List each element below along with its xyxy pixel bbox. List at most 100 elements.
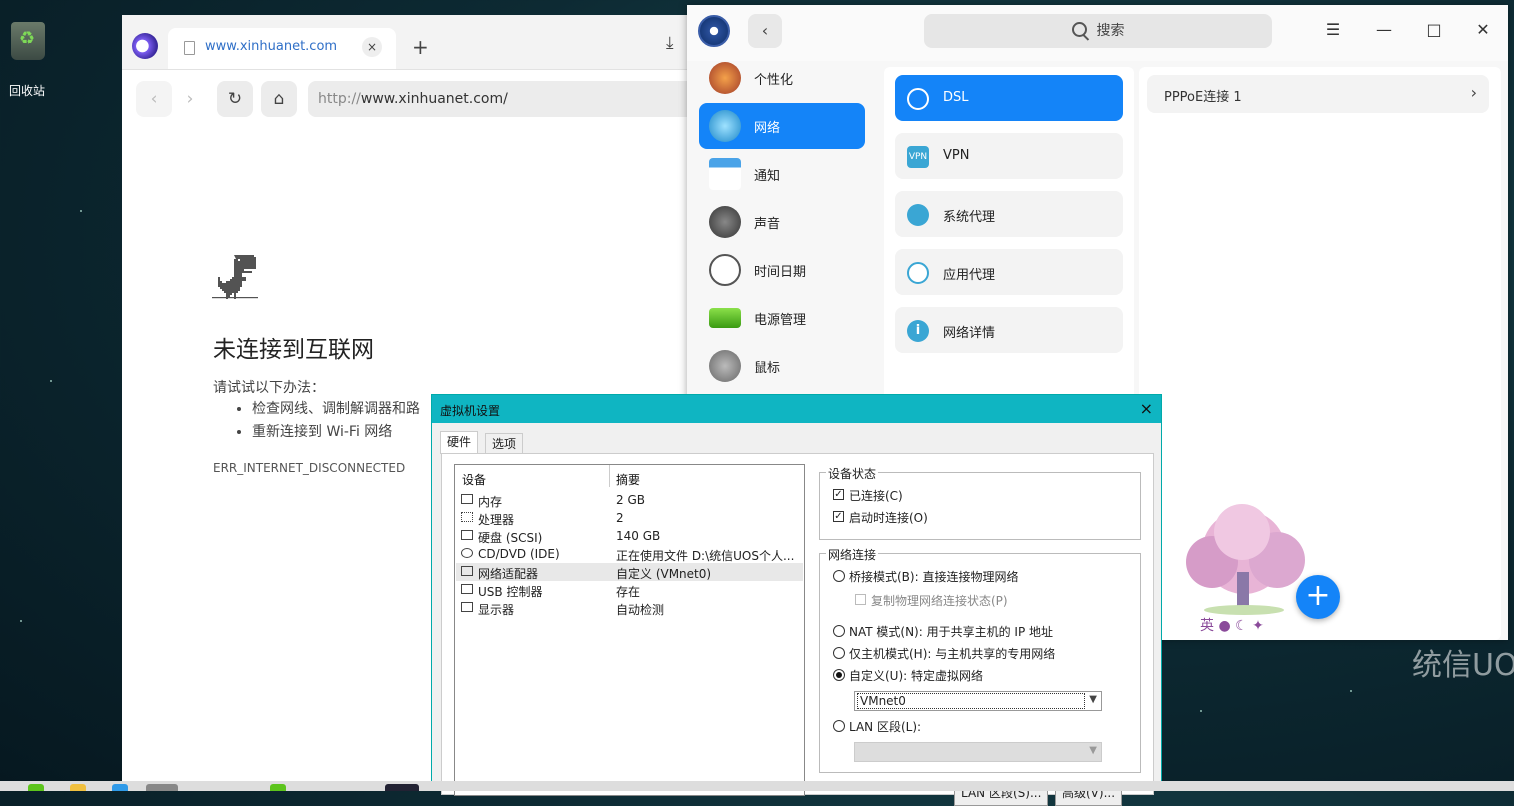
control-center-logo-icon (698, 15, 730, 47)
error-tips: 检查网线、调制解调器和路 重新连接到 Wi-Fi 网络 (232, 398, 420, 444)
disc-icon (461, 548, 473, 558)
menu-icon[interactable]: ☰ (1323, 20, 1343, 40)
device-row-display[interactable]: 显示器 自动检测 (456, 599, 803, 617)
taskbar-app-icon[interactable] (112, 784, 128, 791)
cpu-icon (461, 512, 473, 522)
browser-logo-icon[interactable] (132, 33, 158, 59)
network-menu-vpn[interactable]: VPN VPN (895, 133, 1123, 179)
home-icon[interactable]: ⌂ (261, 81, 297, 117)
network-menu-app-proxy[interactable]: 应用代理 (895, 249, 1123, 295)
device-row-processor[interactable]: 处理器 2 (456, 509, 803, 527)
add-connection-button[interactable]: + (1296, 575, 1340, 619)
network-menu-label: 网络详情 (943, 326, 996, 341)
network-menu-system-proxy[interactable]: 系统代理 (895, 191, 1123, 237)
forward-icon[interactable]: › (172, 81, 208, 117)
device-name: USB 控制器 (478, 585, 543, 599)
sidebar-item-mouse[interactable]: 鼠标 (699, 343, 865, 389)
taskbar-app-icon[interactable] (270, 784, 286, 791)
tab-options[interactable]: 选项 (485, 433, 524, 454)
device-name: CD/DVD (IDE) (478, 547, 560, 561)
sidebar-item-network[interactable]: 网络 (699, 103, 865, 149)
chevron-down-icon: ▼ (1089, 745, 1097, 756)
bridged-radio[interactable] (833, 570, 845, 582)
network-menu-dsl[interactable]: DSL (895, 75, 1123, 121)
hostonly-radio[interactable] (833, 647, 845, 659)
url-host: www.xinhuanet.com/ (360, 91, 508, 107)
lan-segment-select[interactable]: ▼ (854, 742, 1102, 762)
custom-network-select[interactable]: VMnet0 ▼ (854, 691, 1102, 711)
system-proxy-icon (907, 204, 929, 226)
custom-radio[interactable] (833, 669, 845, 681)
device-row-harddisk[interactable]: 硬盘 (SCSI) 140 GB (456, 527, 803, 545)
sidebar-item-label: 时间日期 (754, 265, 807, 280)
dialog-title: 虚拟机设置 (440, 404, 501, 418)
error-title: 未连接到互联网 (213, 337, 374, 363)
tab-title: www.xinhuanet.com (205, 39, 338, 54)
dialog-titlebar: 虚拟机设置 × (432, 395, 1161, 423)
replicate-checkbox[interactable] (855, 594, 866, 605)
device-name: 网络适配器 (478, 567, 539, 581)
device-row-cddvd[interactable]: CD/DVD (IDE) 正在使用文件 D:\统信UOS个人... (456, 545, 803, 563)
custom-label: 自定义(U): 特定虚拟网络 (849, 669, 984, 683)
connect-on-start-checkbox[interactable]: ✓ (833, 511, 844, 522)
connected-checkbox[interactable]: ✓ (833, 489, 844, 500)
error-tip: 重新连接到 Wi-Fi 网络 (252, 421, 420, 444)
sidebar-item-datetime[interactable]: 时间日期 (699, 247, 865, 293)
device-name: 显示器 (478, 603, 515, 617)
back-icon[interactable]: ‹ (136, 81, 172, 117)
close-icon[interactable]: × (1140, 399, 1153, 418)
search-placeholder: 搜索 (1096, 23, 1125, 39)
pppoe-connection-item[interactable]: PPPoE连接 1 › (1147, 75, 1489, 113)
close-icon[interactable]: ✕ (1473, 20, 1493, 40)
maximize-icon[interactable]: □ (1424, 20, 1444, 40)
taskbar-app-icon[interactable] (28, 784, 44, 791)
device-summary: 自动检测 (616, 603, 665, 617)
battery-icon (709, 308, 741, 328)
device-summary: 自定义 (VMnet0) (616, 567, 712, 581)
device-row-usb[interactable]: USB 控制器 存在 (456, 581, 803, 599)
reload-icon[interactable]: ↻ (217, 81, 253, 117)
star (1200, 710, 1202, 712)
back-button[interactable]: ‹ (748, 14, 782, 48)
column-divider (609, 465, 610, 487)
taskbar-app-icon[interactable] (146, 784, 178, 791)
bridged-label: 桥接模式(B): 直接连接物理网络 (849, 570, 1019, 584)
desktop-trash[interactable]: 回收站 (8, 22, 48, 99)
download-icon[interactable]: ⤓ (666, 33, 674, 53)
device-row-memory[interactable]: 内存 2 GB (456, 491, 803, 509)
sidebar-item-label: 网络 (754, 121, 781, 136)
tab-hardware[interactable]: 硬件 (440, 431, 479, 454)
browser-tab[interactable]: www.xinhuanet.com × (168, 28, 396, 69)
mouse-icon (709, 350, 741, 382)
new-tab-button[interactable]: + (412, 35, 429, 59)
network-menu-details[interactable]: i 网络详情 (895, 307, 1123, 353)
dsl-icon (907, 88, 929, 110)
device-summary: 2 GB (616, 493, 645, 507)
sidebar-item-sound[interactable]: 声音 (699, 199, 865, 245)
column-header-summary: 摘要 (616, 473, 641, 487)
speaker-icon (709, 206, 741, 238)
network-menu-label: VPN (943, 148, 970, 163)
nat-radio[interactable] (833, 625, 845, 637)
sidebar-item-notification[interactable]: 通知 (699, 151, 865, 197)
sakura-tree-illustration: 英 ● ☾ ✦ (1186, 504, 1305, 632)
device-row-network-adapter[interactable]: 网络适配器 自定义 (VMnet0) (456, 563, 803, 581)
device-status-group: 设备状态 ✓ 已连接(C) ✓ 启动时连接(O) (819, 465, 1141, 540)
sidebar-item-power[interactable]: 电源管理 (699, 295, 865, 341)
network-connection-group: 网络连接 桥接模式(B): 直接连接物理网络 复制物理网络连接状态(P) NAT… (819, 546, 1141, 773)
harddisk-icon (461, 530, 473, 540)
sidebar-item-personalization[interactable]: 个性化 (699, 55, 865, 101)
lan-segment-radio[interactable] (833, 720, 845, 732)
address-bar[interactable]: http://www.xinhuanet.com/ (308, 81, 738, 117)
tab-bar: www.xinhuanet.com × + ⤓ (122, 15, 742, 70)
uos-watermark: 统信UOS (1412, 648, 1514, 683)
clock-icon (709, 254, 741, 286)
taskbar-app-icon[interactable] (385, 784, 419, 791)
minimize-icon[interactable]: — (1374, 20, 1394, 40)
taskbar-app-icon[interactable] (70, 784, 86, 791)
sidebar-item-label: 通知 (754, 169, 781, 184)
device-summary: 140 GB (616, 529, 661, 543)
tab-close-icon[interactable]: × (362, 37, 382, 57)
device-list: 设备 摘要 内存 2 GB 处理器 2 硬盘 (SCSI) 140 GB CD/… (454, 464, 805, 796)
search-input[interactable]: 搜索 (924, 14, 1272, 48)
